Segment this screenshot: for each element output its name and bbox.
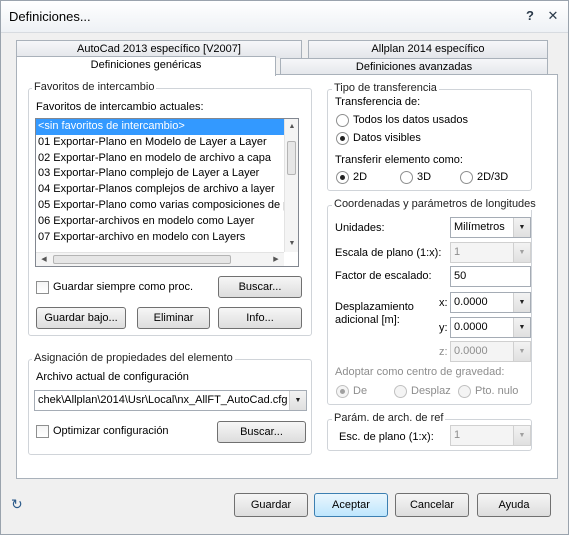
desplazamiento-label: Desplazamiento bbox=[335, 301, 414, 313]
list-item[interactable]: 05 Exportar-Plano como varias composicio… bbox=[36, 198, 284, 214]
datos-visibles-radio[interactable] bbox=[336, 132, 349, 145]
horizontal-scrollbar[interactable]: ◀ ▶ bbox=[36, 252, 284, 266]
close-icon[interactable]: ✕ bbox=[545, 8, 561, 24]
cancelar-button[interactable]: Cancelar bbox=[395, 493, 469, 517]
datos-visibles-label: Datos visibles bbox=[353, 132, 421, 144]
x-value: 0.0000 bbox=[454, 296, 488, 308]
buscar-config-button[interactable]: Buscar... bbox=[217, 421, 306, 443]
y-value: 0.0000 bbox=[454, 321, 488, 333]
transferir-elemento-label: Transferir elemento como: bbox=[335, 154, 463, 166]
escala-plano-label: Escala de plano (1:x): bbox=[335, 247, 442, 259]
vertical-scrollbar[interactable]: ▲ ▼ bbox=[284, 119, 298, 252]
transferencia-label: Transferencia de: bbox=[335, 96, 421, 108]
radio-2d-label: 2D bbox=[353, 171, 368, 183]
ref-group-title: Parám. de arch. de ref bbox=[332, 412, 446, 424]
archivo-config-combo[interactable]: chek\Allplan\2014\Usr\Local\nx_AllFT_Aut… bbox=[34, 390, 307, 411]
archivo-config-label: Archivo actual de configuración bbox=[36, 371, 189, 383]
escala-plano-combo[interactable]: 1 ▼ bbox=[450, 242, 531, 263]
guardar-bajo-button[interactable]: Guardar bajo... bbox=[36, 307, 126, 329]
favoritos-listbox[interactable]: <sin favoritos de intercambio> 01 Export… bbox=[35, 118, 299, 267]
centro-desplaz-label: Desplaz bbox=[411, 385, 451, 397]
list-item[interactable]: 06 Exportar-archivos en modelo como Laye… bbox=[36, 214, 284, 230]
radio-3d-label: 3D bbox=[417, 171, 432, 183]
y-spinner[interactable]: 0.0000 ▼ bbox=[450, 317, 531, 338]
radio-2d3d-label: 2D/3D bbox=[477, 171, 509, 183]
x-label: x: bbox=[439, 297, 448, 309]
chevron-down-icon[interactable]: ▼ bbox=[513, 293, 530, 312]
centro-pto-nulo-radio[interactable] bbox=[458, 385, 471, 398]
refresh-icon[interactable]: ↻ bbox=[11, 496, 23, 513]
unidades-label: Unidades: bbox=[335, 222, 385, 234]
scroll-up-icon[interactable]: ▲ bbox=[285, 121, 298, 133]
radio-2d[interactable] bbox=[336, 171, 349, 184]
favoritos-list: <sin favoritos de intercambio> 01 Export… bbox=[36, 119, 298, 245]
info-button[interactable]: Info... bbox=[218, 307, 302, 329]
y-label: y: bbox=[439, 322, 448, 334]
list-item[interactable]: 04 Exportar-Planos complejos de archivo … bbox=[36, 182, 284, 198]
optimizar-label: Optimizar configuración bbox=[53, 425, 169, 437]
todos-datos-radio[interactable] bbox=[336, 114, 349, 127]
aceptar-button[interactable]: Aceptar bbox=[314, 493, 388, 517]
transferencia-group-title: Tipo de transferencia bbox=[332, 82, 439, 94]
chevron-down-icon[interactable]: ▼ bbox=[289, 391, 306, 410]
vertical-scroll-thumb[interactable] bbox=[287, 141, 296, 175]
escala-plano-value: 1 bbox=[454, 246, 461, 258]
scroll-right-icon[interactable]: ▶ bbox=[269, 254, 283, 266]
ref-escala-value: 1 bbox=[454, 429, 461, 441]
desplazamiento-label-2: adicional [m]: bbox=[335, 314, 400, 326]
unidades-value: Milímetros bbox=[454, 221, 505, 233]
unidades-combo[interactable]: Milímetros ▼ bbox=[450, 217, 531, 238]
chevron-down-icon[interactable]: ▼ bbox=[513, 426, 530, 445]
ref-escala-combo[interactable]: 1 ▼ bbox=[450, 425, 531, 446]
centro-de-radio[interactable] bbox=[336, 385, 349, 398]
centro-desplaz-radio[interactable] bbox=[394, 385, 407, 398]
eliminar-button[interactable]: Eliminar bbox=[137, 307, 210, 329]
factor-escalado-input[interactable]: 50 bbox=[450, 266, 531, 287]
z-label: z: bbox=[439, 346, 448, 358]
chevron-down-icon[interactable]: ▼ bbox=[513, 218, 530, 237]
radio-3d[interactable] bbox=[400, 171, 413, 184]
centro-gravedad-label: Adoptar como centro de gravedad: bbox=[335, 366, 505, 378]
centro-pto-nulo-label: Pto. nulo bbox=[475, 385, 519, 397]
help-icon[interactable]: ? bbox=[522, 8, 538, 24]
tab-definiciones-genericas[interactable]: Definiciones genéricas bbox=[16, 56, 276, 76]
z-spinner[interactable]: 0.0000 ▼ bbox=[450, 341, 531, 362]
guardar-siempre-label: Guardar siempre como proc. bbox=[53, 281, 193, 293]
archivo-config-value: chek\Allplan\2014\Usr\Local\nx_AllFT_Aut… bbox=[38, 394, 288, 406]
tab-allplan[interactable]: Allplan 2014 específico bbox=[308, 40, 548, 58]
list-item[interactable]: 07 Exportar-archivo en modelo con Layers bbox=[36, 230, 284, 246]
guardar-siempre-checkbox[interactable] bbox=[36, 281, 49, 294]
guardar-button[interactable]: Guardar bbox=[234, 493, 308, 517]
scroll-down-icon[interactable]: ▼ bbox=[285, 238, 298, 250]
scroll-left-icon[interactable]: ◀ bbox=[37, 254, 51, 266]
chevron-down-icon[interactable]: ▼ bbox=[513, 318, 530, 337]
horizontal-scroll-thumb[interactable] bbox=[53, 255, 231, 264]
asignacion-group-title: Asignación de propiedades del elemento bbox=[32, 352, 235, 364]
window-title: Definiciones... bbox=[9, 9, 91, 24]
chevron-down-icon[interactable]: ▼ bbox=[513, 342, 530, 361]
title-bar[interactable]: Definiciones... ? ✕ bbox=[1, 1, 568, 33]
list-item[interactable]: <sin favoritos de intercambio> bbox=[36, 119, 284, 135]
favoritos-group-title: Favoritos de intercambio bbox=[32, 81, 157, 93]
centro-de-label: De bbox=[353, 385, 368, 397]
coordenadas-group-title: Coordenadas y parámetros de longitudes bbox=[332, 198, 538, 210]
favoritos-label: Favoritos de intercambio actuales: bbox=[36, 101, 204, 113]
list-item[interactable]: 03 Exportar-Plano complejo de Layer a La… bbox=[36, 166, 284, 182]
todos-datos-label: Todos los datos usados bbox=[353, 114, 468, 126]
x-spinner[interactable]: 0.0000 ▼ bbox=[450, 292, 531, 313]
list-item[interactable]: 01 Exportar-Plano en Modelo de Layer a L… bbox=[36, 135, 284, 151]
list-item[interactable]: 02 Exportar-Plano en modelo de archivo a… bbox=[36, 151, 284, 167]
factor-escalado-label: Factor de escalado: bbox=[335, 270, 432, 282]
buscar-favoritos-button[interactable]: Buscar... bbox=[218, 276, 302, 298]
optimizar-checkbox[interactable] bbox=[36, 425, 49, 438]
z-value: 0.0000 bbox=[454, 345, 488, 357]
settings-dialog: Definiciones... ? ✕ AutoCad 2013 específ… bbox=[0, 0, 569, 535]
radio-2d3d[interactable] bbox=[460, 171, 473, 184]
ref-escala-label: Esc. de plano (1:x): bbox=[339, 431, 434, 443]
ayuda-button[interactable]: Ayuda bbox=[477, 493, 551, 517]
chevron-down-icon[interactable]: ▼ bbox=[513, 243, 530, 262]
